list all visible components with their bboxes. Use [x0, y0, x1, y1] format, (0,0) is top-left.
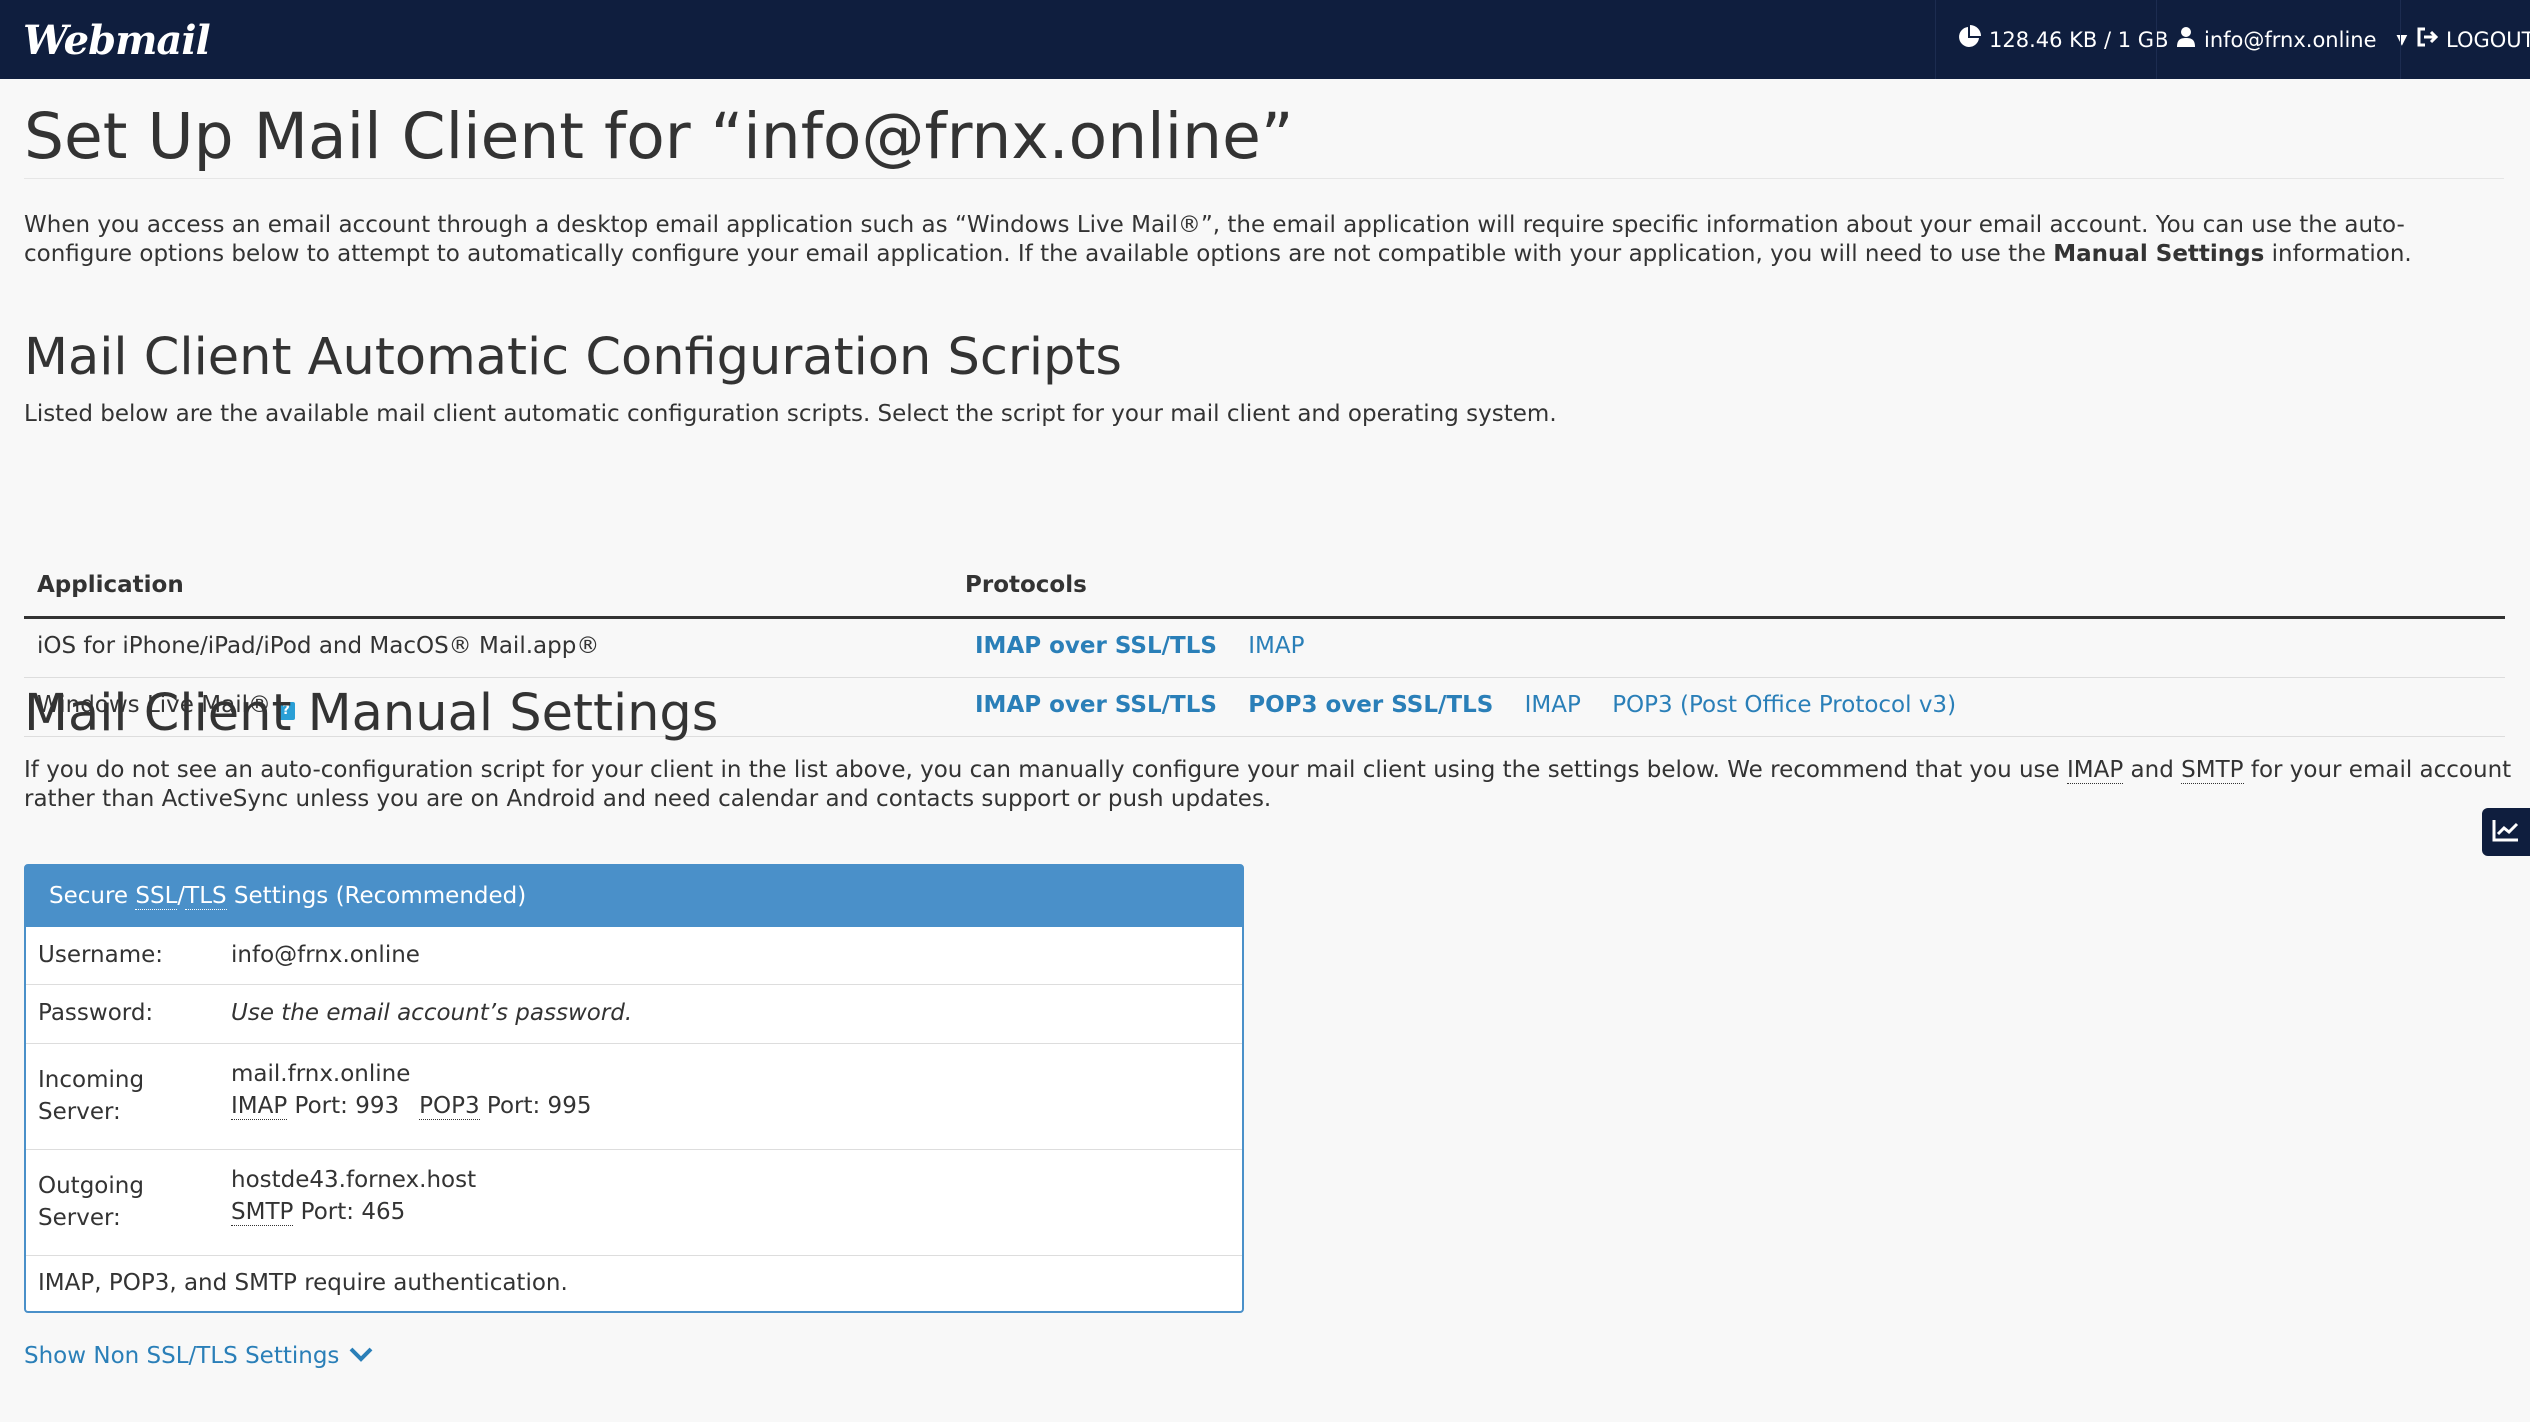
top-navbar: Webmail 128.46 KB / 1 GB info@frnx.onlin…: [0, 0, 2530, 79]
pop3-abbr: POP3: [419, 1093, 480, 1120]
imap-abbr: IMAP: [231, 1093, 288, 1120]
imap-abbr: IMAP: [2067, 757, 2124, 784]
outgoing-server-row: Outgoing Server: hostde43.fornex.host SMTP…: [26, 1150, 1242, 1256]
ios-imap-ssl-link[interactable]: IMAP over SSL/TLS: [975, 633, 1217, 659]
pie-chart-icon: [1957, 25, 1989, 54]
column-header-protocols: Protocols: [965, 572, 1087, 598]
auto-config-heading: Mail Client Automatic Configuration Scri…: [24, 328, 1122, 387]
disk-usage-text: 128.46 KB / 1 GB: [1989, 27, 2169, 52]
incoming-label-line1: Incoming: [38, 1067, 145, 1093]
logout-button[interactable]: LOGOUT: [2416, 0, 2530, 79]
table-row: iOS for iPhone/iPad/iPod and MacOS® Mail…: [24, 619, 2505, 678]
column-header-application: Application: [37, 572, 184, 598]
panel-heading: Secure SSL/TLS Settings (Recommended): [26, 866, 1242, 927]
navbar-divider: [2156, 0, 2157, 79]
show-non-ssl-label: Show Non SSL/TLS Settings: [24, 1343, 340, 1369]
logout-icon: [2416, 27, 2446, 52]
wlm-pop3-link[interactable]: POP3 (Post Office Protocol v3): [1612, 692, 1956, 718]
table-header: Application Protocols: [24, 554, 2505, 619]
outgoing-host: hostde43.fornex.host: [231, 1167, 477, 1193]
pop3-port: Port: 995: [479, 1093, 592, 1119]
incoming-host: mail.frnx.online: [231, 1061, 411, 1087]
intro-text: When you access an email account through…: [24, 212, 2405, 267]
outgoing-server-label: Outgoing Server:: [38, 1170, 144, 1234]
incoming-server-value: mail.frnx.online IMAP Port: 993 POP3 Port:…: [231, 1058, 591, 1122]
application-name: iOS for iPhone/iPad/iPod and MacOS® Mail…: [37, 633, 600, 659]
intro-text-end: information.: [2264, 241, 2412, 267]
chart-icon: [2492, 818, 2520, 846]
stats-toggle-button[interactable]: [2482, 808, 2530, 856]
ssl-abbr: SSL: [135, 883, 178, 910]
incoming-server-row: Incoming Server: mail.frnx.online IMAP Por…: [26, 1044, 1242, 1150]
page-title: Set Up Mail Client for “info@frnx.online…: [24, 100, 1294, 173]
auth-note-row: IMAP, POP3, and SMTP require authenticat…: [26, 1256, 1242, 1312]
navbar-divider: [2400, 0, 2401, 79]
smtp-abbr: SMTP: [231, 1199, 294, 1226]
title-divider: [24, 178, 2504, 179]
logout-label: LOGOUT: [2446, 27, 2530, 52]
auth-note: IMAP, POP3, and SMTP require authenticat…: [38, 1270, 568, 1296]
user-icon: [2176, 26, 2204, 53]
outgoing-server-value: hostde43.fornex.host SMTP Port: 465: [231, 1164, 476, 1228]
user-menu[interactable]: info@frnx.online ▼: [2176, 0, 2407, 79]
panel-heading-slash: /: [177, 883, 186, 909]
imap-port: Port: 993: [287, 1093, 400, 1119]
manual-settings-heading: Mail Client Manual Settings: [24, 684, 719, 743]
webmail-logo[interactable]: Webmail: [23, 17, 211, 64]
protocol-links: IMAP over SSL/TLS POP3 over SSL/TLS IMAP…: [975, 692, 1980, 718]
wlm-imap-ssl-link[interactable]: IMAP over SSL/TLS: [975, 692, 1217, 718]
password-label: Password:: [38, 1000, 154, 1026]
wlm-pop3-ssl-link[interactable]: POP3 over SSL/TLS: [1248, 692, 1493, 718]
manual-desc-text: If you do not see an auto-configuration …: [24, 757, 2068, 783]
outgoing-label-line1: Outgoing: [38, 1173, 144, 1199]
smtp-abbr: SMTP: [2181, 757, 2244, 784]
secure-settings-panel: Secure SSL/TLS Settings (Recommended) Us…: [24, 864, 1244, 1313]
auto-config-description: Listed below are the available mail clie…: [24, 401, 1557, 427]
manual-desc-and: and: [2123, 757, 2182, 783]
ios-imap-link[interactable]: IMAP: [1248, 633, 1304, 659]
panel-heading-suffix: Settings (Recommended): [226, 883, 527, 909]
password-row: Password: Use the email account’s passwo…: [26, 985, 1242, 1044]
username-row: Username: info@frnx.online: [26, 927, 1242, 985]
wlm-imap-link[interactable]: IMAP: [1525, 692, 1581, 718]
username-value: info@frnx.online: [231, 942, 420, 968]
disk-usage[interactable]: 128.46 KB / 1 GB: [1957, 0, 2168, 79]
chevron-down-icon: [339, 1343, 373, 1369]
panel-heading-prefix: Secure: [49, 883, 136, 909]
intro-bold-text: Manual Settings: [2053, 241, 2265, 267]
incoming-server-label: Incoming Server:: [38, 1064, 144, 1128]
tls-abbr: TLS: [185, 883, 227, 910]
show-non-ssl-settings-link[interactable]: Show Non SSL/TLS Settings: [24, 1343, 373, 1369]
caret-down-icon: ▼: [2396, 31, 2408, 48]
intro-paragraph: When you access an email account through…: [24, 211, 2504, 269]
incoming-label-line2: Server:: [38, 1099, 121, 1125]
protocol-links: IMAP over SSL/TLS IMAP: [975, 633, 1328, 659]
smtp-port: Port: 465: [293, 1199, 406, 1225]
navbar-divider: [1935, 0, 1936, 79]
outgoing-label-line2: Server:: [38, 1205, 121, 1231]
user-email: info@frnx.online: [2204, 27, 2377, 52]
password-value: Use the email account’s password.: [231, 1000, 633, 1026]
username-label: Username:: [38, 942, 163, 968]
manual-settings-description: If you do not see an auto-configuration …: [24, 756, 2514, 814]
